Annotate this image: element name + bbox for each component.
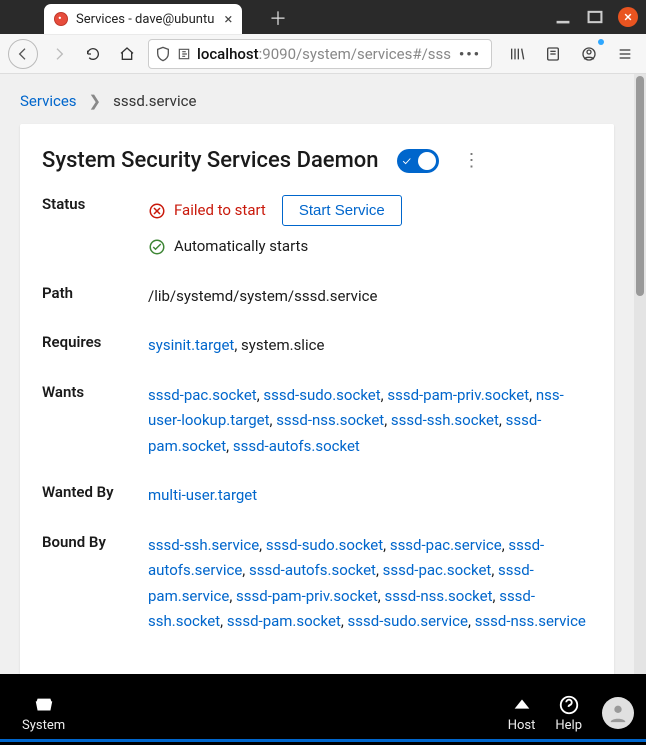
unit-link[interactable]: sssd-pam-priv.socket: [387, 386, 529, 404]
chevron-right-icon: ❯: [89, 92, 102, 110]
unit-link[interactable]: sssd-nss.socket: [276, 411, 384, 429]
unit-link[interactable]: sssd-pac.socket: [148, 386, 257, 404]
label-wanted-by: Wanted By: [42, 483, 142, 509]
new-tab-button[interactable]: ＋: [268, 8, 288, 28]
page-actions-icon[interactable]: •••: [459, 45, 485, 63]
nav-system[interactable]: System: [12, 690, 75, 737]
browser-tab[interactable]: Services - dave@ubuntu ×: [44, 4, 242, 34]
unit-link[interactable]: sysinit.target: [148, 336, 234, 354]
nav-system-label: System: [22, 718, 65, 733]
library-icon[interactable]: [504, 41, 530, 67]
unit-link[interactable]: multi-user.target: [148, 486, 257, 504]
nav-help[interactable]: Help: [545, 690, 592, 737]
unit-link[interactable]: sssd-pam-priv.socket: [236, 587, 378, 605]
breadcrumb: Services ❯ sssd.service: [0, 74, 634, 120]
account-icon[interactable]: [576, 41, 602, 67]
window-titlebar: Services - dave@ubuntu × ＋: [0, 0, 646, 34]
site-info-icon[interactable]: [177, 46, 191, 62]
label-status: Status: [42, 195, 142, 260]
nav-host-label: Host: [508, 718, 536, 733]
label-bound-by: Bound By: [42, 533, 142, 635]
shield-icon: [155, 46, 171, 62]
bound-by-list: sssd-ssh.service, sssd-sudo.socket, sssd…: [148, 533, 592, 635]
service-path: /lib/systemd/system/sssd.service: [148, 284, 592, 310]
wanted-by-list: multi-user.target: [148, 483, 592, 509]
nav-host[interactable]: Host: [498, 690, 546, 737]
breadcrumb-current: sssd.service: [113, 92, 196, 110]
wants-list: sssd-pac.socket, sssd-sudo.socket, sssd-…: [148, 383, 592, 460]
browser-navbar: localhost:9090/system/services#/sss •••: [0, 34, 646, 74]
unit-link[interactable]: sssd-autofs.socket: [249, 561, 376, 579]
vertical-scrollbar[interactable]: [634, 74, 646, 674]
nav-reload-button[interactable]: [80, 41, 106, 67]
unit-link[interactable]: sssd-nss.socket: [384, 587, 492, 605]
page-viewport: Services ❯ sssd.service System Security …: [0, 74, 646, 674]
status-auto-text: Automatically starts: [174, 234, 308, 260]
page-title: System Security Services Daemon: [42, 148, 379, 173]
unit-link[interactable]: sssd-nss.service: [475, 612, 586, 630]
scrollbar-thumb[interactable]: [636, 76, 644, 296]
tab-title: Services - dave@ubuntu: [76, 12, 214, 27]
nav-help-label: Help: [555, 718, 582, 733]
nav-home-button[interactable]: [114, 41, 140, 67]
requires-list: sysinit.target, system.slice: [148, 333, 592, 359]
unit-link[interactable]: sssd-sudo.socket: [263, 386, 380, 404]
label-wants: Wants: [42, 383, 142, 460]
kebab-menu-icon[interactable]: ⋮: [457, 148, 487, 173]
unit-link[interactable]: sssd-autofs.socket: [233, 437, 360, 455]
window-minimize-button[interactable]: [554, 8, 572, 26]
reader-icon[interactable]: [540, 41, 566, 67]
status-failed-text: Failed to start: [174, 198, 266, 224]
unit-link[interactable]: sssd-sudo.socket: [266, 536, 383, 554]
tab-favicon: [54, 12, 68, 26]
service-card: System Security Services Daemon ✓ ⋮ Stat…: [20, 124, 614, 674]
check-icon: ✓: [403, 154, 411, 168]
start-service-button[interactable]: Start Service: [282, 195, 402, 226]
tab-close-icon[interactable]: ×: [222, 10, 234, 28]
error-icon: [148, 202, 166, 220]
cockpit-bottom-bar: System Host Help: [0, 681, 646, 745]
unit-link[interactable]: sssd-sudo.service: [348, 612, 468, 630]
address-bar[interactable]: localhost:9090/system/services#/sss •••: [148, 39, 492, 69]
nav-forward-button: [46, 41, 72, 67]
avatar[interactable]: [602, 697, 634, 729]
breadcrumb-root[interactable]: Services: [20, 92, 77, 110]
nav-back-button[interactable]: [8, 39, 38, 69]
unit-link[interactable]: sssd-pam.socket: [227, 612, 341, 630]
unit-link[interactable]: sssd-ssh.socket: [391, 411, 499, 429]
check-circle-icon: [148, 238, 166, 256]
unit-link[interactable]: sssd-pac.service: [390, 536, 502, 554]
bottom-accent-bar: [0, 739, 646, 742]
menu-icon[interactable]: [612, 41, 638, 67]
label-path: Path: [42, 284, 142, 310]
window-maximize-button[interactable]: [586, 8, 604, 26]
service-enable-toggle[interactable]: ✓: [397, 149, 439, 173]
unit-link[interactable]: sssd-ssh.service: [148, 536, 259, 554]
unit-link[interactable]: sssd-pac.socket: [383, 561, 492, 579]
url-text: localhost:9090/system/services#/sss: [197, 45, 453, 63]
label-requires: Requires: [42, 333, 142, 359]
unit-plain: system.slice: [241, 336, 324, 354]
window-close-button[interactable]: [618, 7, 638, 27]
